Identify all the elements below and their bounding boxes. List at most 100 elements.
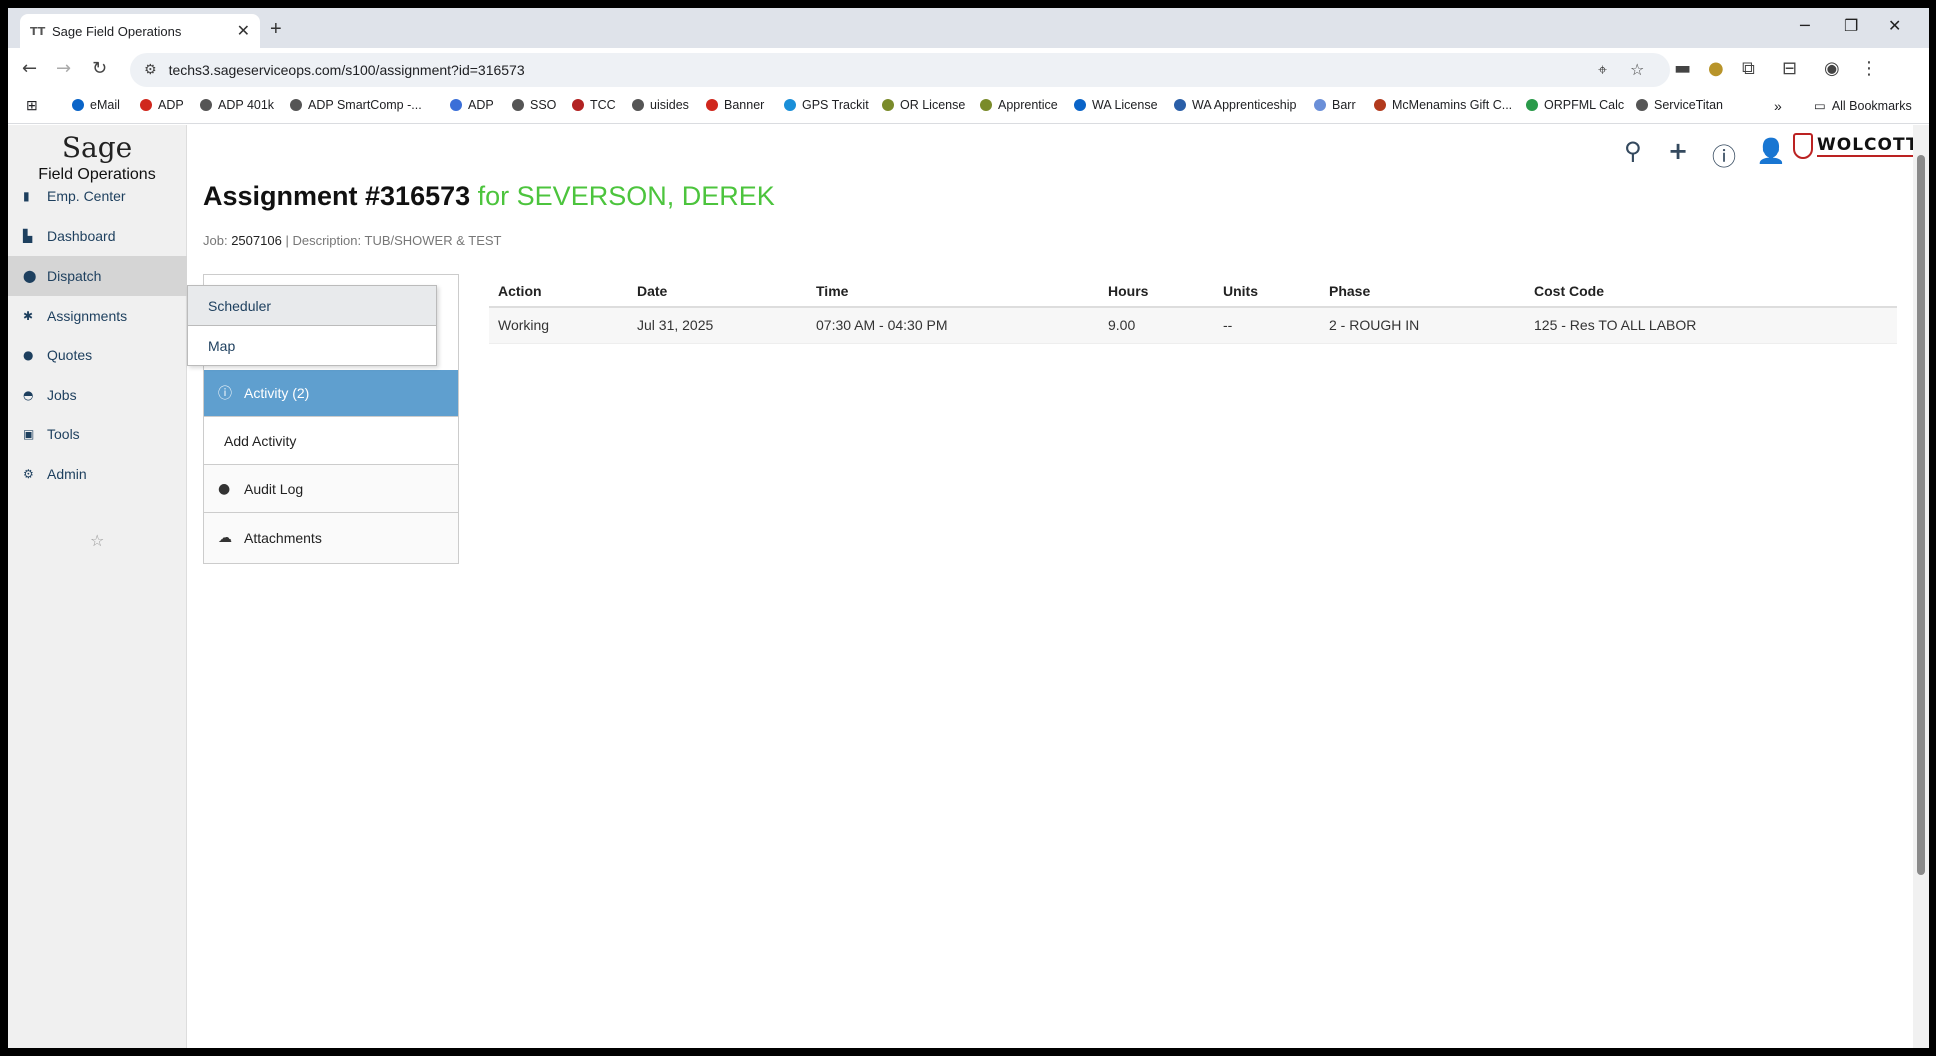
bookmark-adp-401k[interactable]: ADP 401k	[200, 98, 274, 112]
sidebar-item-jobs[interactable]: ◓ Jobs	[8, 375, 187, 415]
col-cost-code: Cost Code	[1525, 275, 1897, 308]
bookmark-orpfml-calc[interactable]: ORPFML Calc	[1526, 98, 1624, 112]
bookmark-sso[interactable]: SSO	[512, 98, 556, 112]
job-number[interactable]: 2507106	[231, 233, 282, 248]
browser-window: TT Sage Field Operations ✕ + ─ ❐ ✕ ← → ↻…	[8, 8, 1929, 1048]
search-icon[interactable]: ⚲	[1624, 137, 1642, 165]
page-title: Assignment #316573 for SEVERSON, DEREK	[203, 181, 775, 212]
thumbtack-icon: ✱	[23, 309, 34, 323]
dispatch-menu-map[interactable]: Map	[188, 326, 436, 366]
logo-main: Sage	[61, 131, 133, 164]
cloud-upload-icon: ☁	[218, 530, 232, 546]
browser-tab[interactable]: TT Sage Field Operations ✕	[20, 14, 260, 48]
col-time: Time	[807, 275, 1099, 308]
page-scrollbar[interactable]	[1913, 125, 1929, 1048]
bookmark-adp-2[interactable]: ADP	[450, 98, 494, 112]
url-text[interactable]: techs3.sageserviceops.com/s100/assignmen…	[169, 62, 525, 78]
table-row[interactable]: Working Jul 31, 2025 07:30 AM - 04:30 PM…	[489, 307, 1897, 344]
profile-icon[interactable]: ◉	[1824, 58, 1840, 79]
scrollbar-thumb[interactable]	[1917, 155, 1925, 875]
minimize-icon[interactable]: ─	[1800, 16, 1810, 35]
bookmark-or-license[interactable]: OR License	[882, 98, 965, 112]
location-icon[interactable]: ⌖	[1598, 60, 1607, 80]
assignment-title: Assignment #316573	[203, 181, 471, 211]
menu-kebab-icon[interactable]: ⋮	[1860, 58, 1878, 79]
info-circle-icon: ⓘ	[218, 386, 232, 402]
sidebar: Sage Field Operations ▮ Emp. Center ▙ Dash…	[8, 125, 187, 1048]
shield-icon	[1793, 133, 1813, 159]
toolbox-icon: ▣	[23, 427, 35, 441]
reload-icon[interactable]: ↻	[92, 58, 107, 79]
favorite-star-icon[interactable]: ☆	[90, 531, 104, 550]
dispatch-menu-scheduler[interactable]: Scheduler	[188, 286, 436, 326]
site-info-icon[interactable]: ⚙	[144, 62, 157, 78]
bookmarks-overflow-icon[interactable]: »	[1774, 98, 1782, 114]
map-pin-icon: ⬤	[23, 269, 37, 283]
bookmark-wa-apprenticeship[interactable]: WA Apprenticeship	[1174, 98, 1296, 112]
building-icon: ▮	[23, 189, 30, 203]
sidebar-item-admin[interactable]: ⚙ Admin	[8, 454, 187, 494]
cell-cost-code: 125 - Res TO ALL LABOR	[1525, 307, 1897, 344]
address-bar[interactable]: ⚙ techs3.sageserviceops.com/s100/assignm…	[130, 53, 1670, 87]
bookmark-tcc[interactable]: TCC	[572, 98, 616, 112]
bookmark-uisides[interactable]: uisides	[632, 98, 689, 112]
assignee-name: for SEVERSON, DEREK	[477, 181, 775, 211]
restore-icon[interactable]: ❐	[1844, 16, 1858, 35]
tab-strip: TT Sage Field Operations ✕ + ─ ❐ ✕	[8, 8, 1929, 48]
tab-close-icon[interactable]: ✕	[237, 21, 250, 41]
bookmark-adp-smartcomp[interactable]: ADP SmartComp -...	[290, 98, 422, 112]
bookmark-gps-trackit[interactable]: GPS Trackit	[784, 98, 869, 112]
sidebar-item-tools[interactable]: ▣ Tools	[8, 414, 187, 454]
activity-table: Action Date Time Hours Units Phase Cost …	[489, 275, 1897, 344]
new-tab-icon[interactable]: +	[270, 18, 282, 41]
hardhat-icon: ◓	[23, 388, 34, 402]
apps-grid-icon[interactable]: ⊞	[26, 97, 38, 114]
audit-log-tab[interactable]: ● Audit Log	[204, 465, 458, 513]
info-icon[interactable]: ⓘ	[1712, 137, 1736, 172]
col-action: Action	[489, 275, 628, 308]
col-date: Date	[628, 275, 807, 308]
bookmark-banner[interactable]: Banner	[706, 98, 764, 112]
col-units: Units	[1214, 275, 1320, 308]
bookmark-servicetitan[interactable]: ServiceTitan	[1636, 98, 1723, 112]
cell-date: Jul 31, 2025	[628, 307, 807, 344]
bookmark-mcmenamins[interactable]: McMenamins Gift C...	[1374, 98, 1512, 112]
cell-action: Working	[489, 307, 628, 344]
sidebar-item-dashboard[interactable]: ▙ Dashboard	[8, 216, 187, 256]
add-activity-link[interactable]: Add Activity	[204, 417, 458, 465]
attachments-tab[interactable]: ☁ Attachments	[204, 513, 458, 563]
bookmark-apprentice[interactable]: Apprentice	[980, 98, 1058, 112]
add-icon[interactable]: +	[1668, 137, 1688, 165]
sidebar-item-dispatch[interactable]: ⬤ Dispatch	[8, 256, 187, 296]
tab-favicon: TT	[30, 24, 46, 38]
exclamation-circle-icon: ●	[218, 480, 231, 497]
cell-units: --	[1214, 307, 1320, 344]
user-icon[interactable]: 👤	[1756, 137, 1786, 165]
col-hours: Hours	[1099, 275, 1214, 308]
extensions-icon[interactable]: ⧉	[1742, 58, 1755, 79]
sidebar-item-emp-center[interactable]: ▮ Emp. Center	[8, 176, 187, 216]
job-description: TUB/SHOWER & TEST	[364, 233, 502, 248]
bookmark-wa-license[interactable]: WA License	[1074, 98, 1158, 112]
activity-tab[interactable]: ⓘ Activity (2)	[204, 370, 458, 417]
browser-toolbar: ← → ↻ ⚙ techs3.sageserviceops.com/s100/a…	[8, 48, 1929, 92]
bookmarks-bar: ⊞ eMail ADP ADP 401k ADP SmartComp -... …	[8, 92, 1929, 124]
cell-hours: 9.00	[1099, 307, 1214, 344]
bookmark-email[interactable]: eMail	[72, 98, 120, 112]
forward-icon[interactable]: →	[56, 58, 71, 79]
sidebar-item-assignments[interactable]: ✱ Assignments	[8, 296, 187, 336]
app-area: Sage Field Operations ▮ Emp. Center ▙ Dash…	[8, 125, 1929, 1048]
bookmark-adp[interactable]: ADP	[140, 98, 184, 112]
extension-cookie-icon[interactable]: ●	[1708, 58, 1724, 79]
chart-icon: ▙	[23, 229, 33, 243]
all-bookmarks[interactable]: ▭ All Bookmarks	[1814, 98, 1912, 113]
back-icon[interactable]: ←	[22, 58, 37, 79]
bookmark-barr[interactable]: Barr	[1314, 98, 1356, 112]
card-icon[interactable]: ▬	[1674, 58, 1691, 79]
tab-title: Sage Field Operations	[52, 23, 182, 39]
close-window-icon[interactable]: ✕	[1888, 16, 1901, 35]
sidebar-item-quotes[interactable]: ● Quotes	[8, 335, 187, 375]
dispatch-dropdown: Scheduler Map	[187, 285, 437, 366]
bookmark-star-icon[interactable]: ☆	[1630, 60, 1644, 79]
tab-search-icon[interactable]: ⊟	[1782, 58, 1797, 79]
